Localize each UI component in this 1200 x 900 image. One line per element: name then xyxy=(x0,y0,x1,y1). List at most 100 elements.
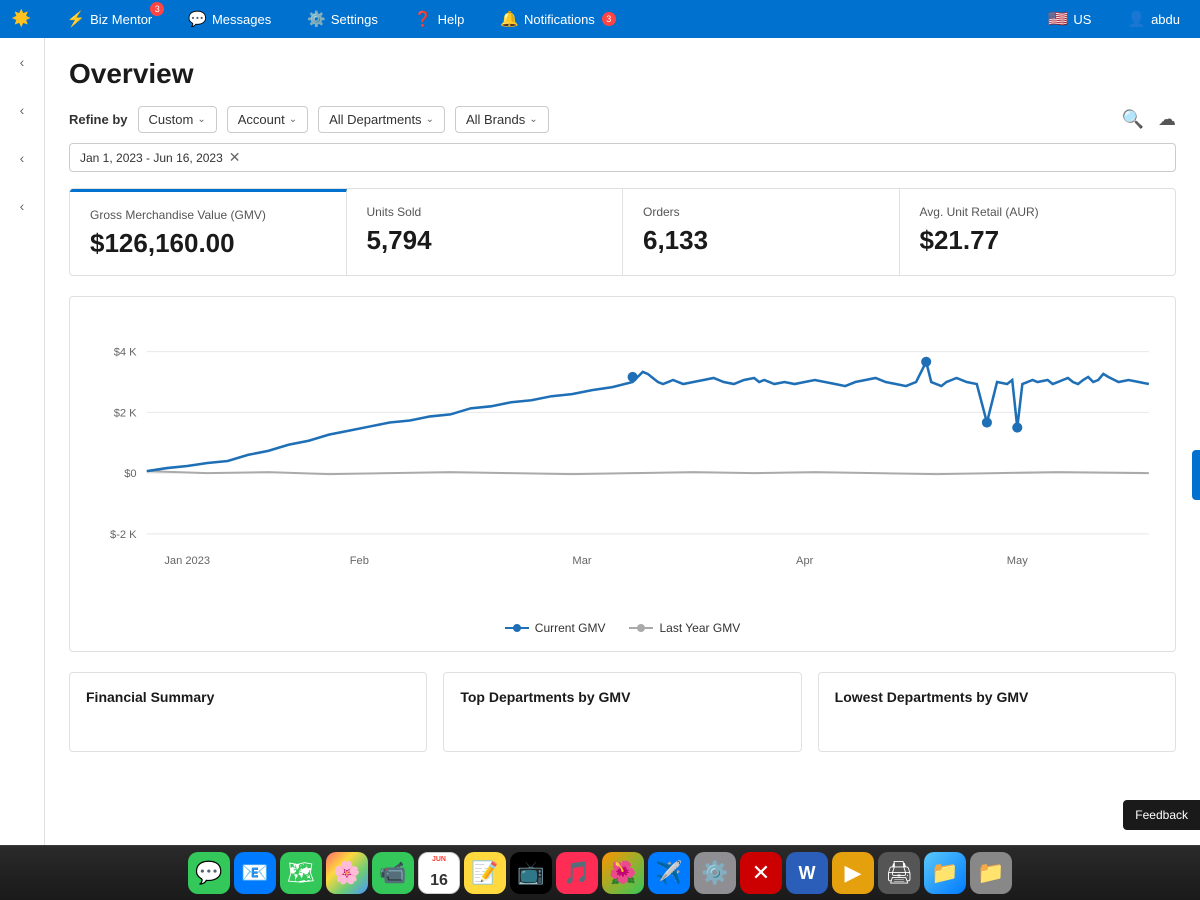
walmart-logo: ✸ xyxy=(12,6,30,32)
svg-text:Apr: Apr xyxy=(796,555,814,567)
biz-mentor-label: Biz Mentor xyxy=(90,12,152,27)
metric-aur-value: $21.77 xyxy=(920,225,1156,256)
metric-units-value: 5,794 xyxy=(367,225,603,256)
dock-calendar[interactable]: JUN 16 xyxy=(418,852,460,894)
dock-cal-month: JUN xyxy=(432,856,446,863)
notifications-badge: 3 xyxy=(602,12,616,26)
filter-brands[interactable]: All Brands ⌄ xyxy=(455,106,549,133)
dock-mail[interactable]: 📧 xyxy=(234,852,276,894)
nav-help[interactable]: ❓ Help xyxy=(406,6,472,32)
settings-label: Settings xyxy=(331,12,378,27)
dock-facetime[interactable]: 📹 xyxy=(372,852,414,894)
metric-units-label: Units Sold xyxy=(367,205,603,219)
dock-photos[interactable]: 🌸 xyxy=(326,852,368,894)
feedback-button[interactable]: Feedback xyxy=(1123,800,1200,830)
date-close-button[interactable]: ✕ xyxy=(229,149,241,166)
filter-departments[interactable]: All Departments ⌄ xyxy=(318,106,445,133)
metric-orders-label: Orders xyxy=(643,205,879,219)
svg-text:Mar: Mar xyxy=(572,555,591,567)
sidebar: ‹ ‹ ‹ ‹ xyxy=(0,38,45,845)
user-avatar-icon: 👤 xyxy=(1127,10,1146,28)
svg-text:May: May xyxy=(1007,555,1028,567)
dock-cal-day: 16 xyxy=(430,872,448,890)
chevron-account-icon: ⌄ xyxy=(289,114,297,125)
user-label: abdu xyxy=(1151,12,1180,27)
dock-rdp[interactable]: ✕ xyxy=(740,852,782,894)
dock-music[interactable]: 🎵 xyxy=(556,852,598,894)
dock-maps[interactable]: 🗺 xyxy=(280,852,322,894)
chevron-departments-icon: ⌄ xyxy=(426,114,434,125)
sidebar-toggle-3[interactable]: ‹ xyxy=(14,144,31,172)
dock-appletv[interactable]: 📺 xyxy=(510,852,552,894)
date-range-text: Jan 1, 2023 - Jun 16, 2023 xyxy=(80,151,223,165)
dock-notes[interactable]: 📝 xyxy=(464,852,506,894)
card-financial-summary[interactable]: Financial Summary xyxy=(69,672,427,752)
svg-text:$0: $0 xyxy=(124,468,136,480)
nav-settings[interactable]: ⚙️ Settings xyxy=(299,6,386,32)
sidebar-toggle-1[interactable]: ‹ xyxy=(14,48,31,76)
dock-testflight[interactable]: ✈️ xyxy=(648,852,690,894)
locale-label: US xyxy=(1073,12,1091,27)
filter-custom[interactable]: Custom ⌄ xyxy=(138,106,217,133)
dock-messages[interactable]: 💬 xyxy=(188,852,230,894)
chart-area: $4 K $2 K $0 $-2 K Jan 2023 Feb xyxy=(86,313,1159,613)
legend-current-gmv: Current GMV xyxy=(505,621,606,635)
search-icon[interactable]: 🔍 xyxy=(1122,109,1144,130)
card-financial-title: Financial Summary xyxy=(86,689,410,705)
nav-user[interactable]: 👤 abdu xyxy=(1119,6,1188,32)
date-range-badge: Jan 1, 2023 - Jun 16, 2023 ✕ xyxy=(69,143,1176,172)
help-icon: ❓ xyxy=(414,10,433,28)
card-top-departments[interactable]: Top Departments by GMV xyxy=(443,672,801,752)
nav-locale[interactable]: 🇺🇸 US xyxy=(1040,5,1099,33)
filter-bar: Refine by Custom ⌄ Account ⌄ All Departm… xyxy=(69,106,1176,133)
messages-label: Messages xyxy=(212,12,271,27)
page-content: Overview Refine by Custom ⌄ Account ⌄ Al… xyxy=(45,38,1200,845)
scroll-indicator[interactable] xyxy=(1192,450,1200,500)
nav-biz-mentor[interactable]: ⚡ Biz Mentor 3 xyxy=(58,6,160,32)
metric-units-sold[interactable]: Units Sold 5,794 xyxy=(347,189,624,275)
dock-plex[interactable]: ▶ xyxy=(832,852,874,894)
settings-icon: ⚙️ xyxy=(307,10,326,28)
nav-notifications[interactable]: 🔔 Notifications 3 xyxy=(492,6,624,32)
svg-text:Feb: Feb xyxy=(350,555,369,567)
legend-current-label: Current GMV xyxy=(535,621,606,635)
metric-aur[interactable]: Avg. Unit Retail (AUR) $21.77 xyxy=(900,189,1176,275)
dock-system-settings[interactable]: ⚙️ xyxy=(694,852,736,894)
card-lowest-dept-title: Lowest Departments by GMV xyxy=(835,689,1159,705)
chevron-brands-icon: ⌄ xyxy=(529,114,537,125)
main-content: ‹ ‹ ‹ ‹ Overview Refine by Custom ⌄ Acco… xyxy=(0,38,1200,845)
messages-icon: 💬 xyxy=(188,10,207,28)
svg-text:$4 K: $4 K xyxy=(114,347,137,359)
legend-last-year-label: Last Year GMV xyxy=(659,621,740,635)
dock-printer[interactable]: 🖨 xyxy=(878,852,920,894)
macos-dock: 💬 📧 🗺 🌸 📹 JUN 16 📝 📺 🎵 🌺 ✈️ ⚙️ ✕ W ▶ 🖨 📁… xyxy=(0,845,1200,900)
help-label: Help xyxy=(438,12,465,27)
dock-files2[interactable]: 📁 xyxy=(970,852,1012,894)
chevron-custom-icon: ⌄ xyxy=(197,114,205,125)
sidebar-toggle-4[interactable]: ‹ xyxy=(14,192,31,220)
svg-text:Jan 2023: Jan 2023 xyxy=(164,555,210,567)
dock-word[interactable]: W xyxy=(786,852,828,894)
card-lowest-departments[interactable]: Lowest Departments by GMV xyxy=(818,672,1176,752)
page-title: Overview xyxy=(69,58,1176,90)
metric-orders[interactable]: Orders 6,133 xyxy=(623,189,900,275)
filter-account[interactable]: Account ⌄ xyxy=(227,106,308,133)
nav-messages[interactable]: 💬 Messages xyxy=(180,6,279,32)
notifications-label: Notifications xyxy=(524,12,595,27)
flag-icon: 🇺🇸 xyxy=(1048,9,1068,29)
chart-container: $4 K $2 K $0 $-2 K Jan 2023 Feb xyxy=(69,296,1176,652)
legend-last-year-gmv: Last Year GMV xyxy=(629,621,740,635)
metric-gmv[interactable]: Gross Merchandise Value (GMV) $126,160.0… xyxy=(70,189,347,275)
download-icon[interactable]: ☁ xyxy=(1158,109,1176,130)
metric-orders-value: 6,133 xyxy=(643,225,879,256)
chart-legend: Current GMV Last Year GMV xyxy=(86,621,1159,635)
metric-gmv-label: Gross Merchandise Value (GMV) xyxy=(90,208,326,222)
dock-finder[interactable]: 📁 xyxy=(924,852,966,894)
sidebar-toggle-2[interactable]: ‹ xyxy=(14,96,31,124)
svg-text:$-2 K: $-2 K xyxy=(110,529,137,541)
dock-photos2[interactable]: 🌺 xyxy=(602,852,644,894)
metric-aur-label: Avg. Unit Retail (AUR) xyxy=(920,205,1156,219)
biz-mentor-badge: 3 xyxy=(150,2,164,16)
top-nav: ✸ ⚡ Biz Mentor 3 💬 Messages ⚙️ Settings … xyxy=(0,0,1200,38)
metrics-row: Gross Merchandise Value (GMV) $126,160.0… xyxy=(69,188,1176,276)
